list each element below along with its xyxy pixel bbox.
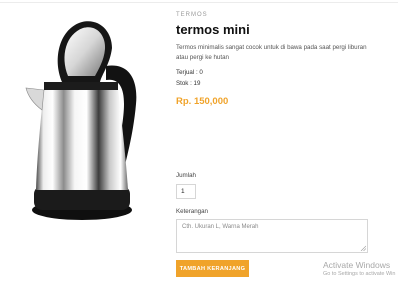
product-title: termos mini bbox=[176, 22, 250, 37]
add-to-cart-button[interactable]: TAMBAH KERANJANG bbox=[176, 260, 249, 277]
product-category: TERMOS bbox=[176, 12, 208, 18]
watermark-title: Activate Windows bbox=[323, 260, 391, 270]
top-divider bbox=[0, 2, 398, 3]
product-price: Rp. 150,000 bbox=[176, 96, 229, 107]
quantity-input[interactable] bbox=[176, 184, 196, 199]
product-image bbox=[25, 21, 137, 220]
activation-watermark: Activate Windows Go to Settings to activ… bbox=[323, 260, 395, 278]
note-textarea[interactable] bbox=[176, 219, 368, 253]
product-description: Termos minimalis sangat cocok untuk di b… bbox=[176, 44, 367, 61]
stock-count: Stok : 19 bbox=[176, 80, 201, 87]
watermark-subtitle: Go to Settings to activate Win bbox=[323, 271, 396, 277]
note-label: Keterangan bbox=[176, 208, 208, 215]
quantity-label: Jumlah bbox=[176, 172, 196, 179]
sold-count: Terjual : 0 bbox=[176, 69, 203, 76]
resize-grip-icon[interactable] bbox=[360, 245, 366, 251]
